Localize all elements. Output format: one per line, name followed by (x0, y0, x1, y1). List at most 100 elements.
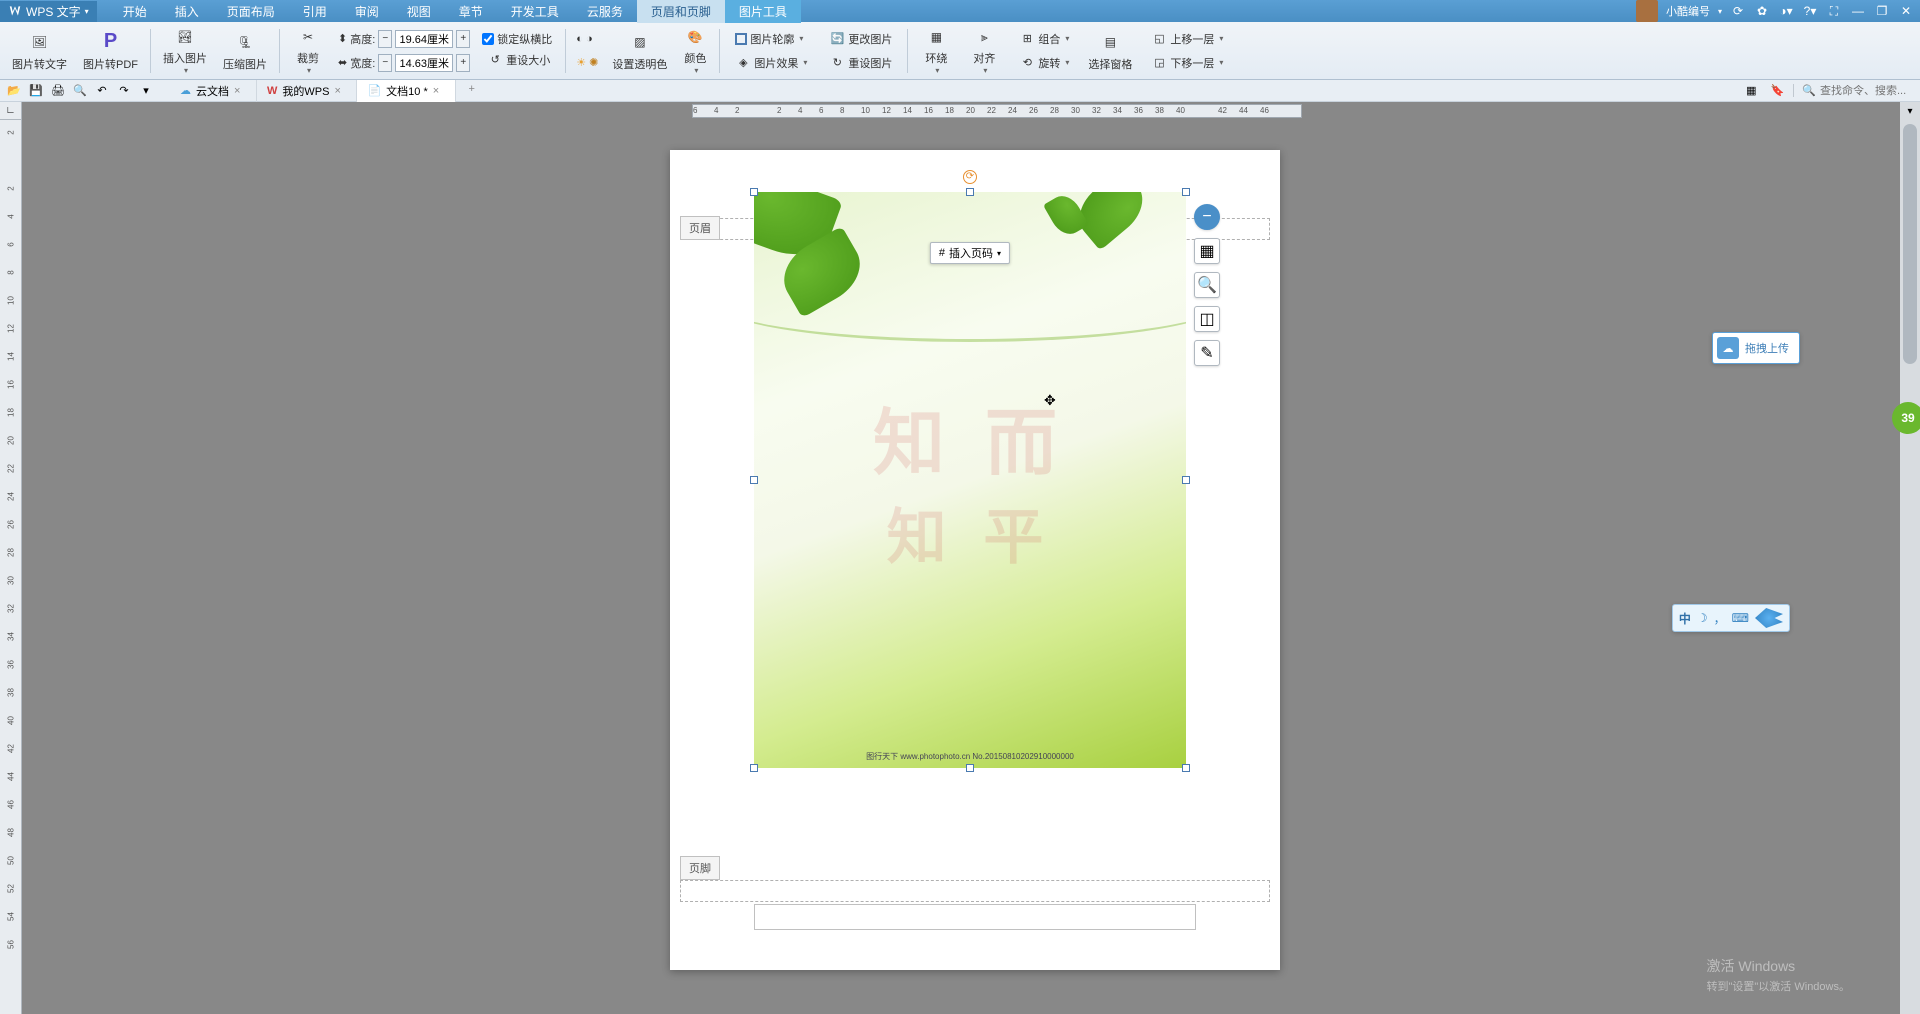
drag-upload-widget[interactable]: ☁ 拖拽上传 (1712, 332, 1800, 364)
pic-to-text-button[interactable]: 🖼图片转文字 (6, 25, 73, 77)
redo-button[interactable]: ↷ (114, 82, 134, 100)
preview-button[interactable]: 🔍 (70, 82, 90, 100)
edit-tool-button[interactable]: ✎ (1194, 340, 1220, 366)
save-button[interactable]: 💾 (26, 82, 46, 100)
ime-bar[interactable]: 中 ☽ ， ⌨ (1672, 604, 1790, 632)
menu-pictools[interactable]: 图片工具 (725, 0, 801, 23)
menu-chapter[interactable]: 章节 (445, 0, 497, 23)
pic-to-pdf-button[interactable]: P图片转PDF (77, 25, 144, 77)
send-backward-button[interactable]: ◲下移一层 (1146, 52, 1228, 74)
menu-view[interactable]: 视图 (393, 0, 445, 23)
ime-lang[interactable]: 中 (1679, 610, 1691, 627)
menu-dev[interactable]: 开发工具 (497, 0, 573, 23)
menu-review[interactable]: 审阅 (341, 0, 393, 23)
resize-handle-mr[interactable] (1182, 476, 1190, 484)
canvas[interactable]: 页眉 页脚 知 而 知 平 图行天下 www.photophoto.cn No.… (22, 120, 1900, 1014)
selected-image[interactable]: 知 而 知 平 图行天下 www.photophoto.cn No.201508… (754, 192, 1186, 768)
insert-pagenum-button[interactable]: #插入页码▾ (930, 242, 1010, 264)
crop-tool-button[interactable]: ◫ (1194, 306, 1220, 332)
insert-pic-button[interactable]: 🏞插入图片 (157, 25, 213, 77)
layout-tool-button[interactable]: ▦ (1194, 238, 1220, 264)
lock-ratio-checkbox[interactable]: 锁定纵横比 (482, 31, 555, 47)
resize-handle-tl[interactable] (750, 188, 758, 196)
close-icon[interactable]: ✕ (1898, 3, 1914, 19)
bright-up-icon[interactable]: ☀ (576, 56, 586, 69)
compress-pic-button[interactable]: 🗜压缩图片 (217, 25, 273, 77)
avatar[interactable] (1636, 0, 1658, 22)
width-inc[interactable]: + (456, 54, 470, 72)
minimize-icon[interactable]: — (1850, 3, 1866, 19)
scrollbar-thumb[interactable] (1903, 124, 1917, 364)
ruler-corner[interactable]: ∟ (0, 102, 22, 120)
crop-button[interactable]: ✂裁剪 (286, 25, 330, 77)
fullscreen-icon[interactable]: ⛶ (1826, 3, 1842, 19)
contrast-down-icon[interactable]: ◑ (586, 33, 593, 45)
resize-handle-tm[interactable] (966, 188, 974, 196)
tab-doc10[interactable]: 📄文档10 *× (357, 80, 455, 102)
skin-icon[interactable]: ◑▾ (1778, 3, 1794, 19)
selection-pane-button[interactable]: ▤选择窗格 (1082, 25, 1138, 77)
vertical-ruler[interactable]: 2246810121416182022242628303234363840424… (0, 120, 22, 1014)
sync-icon[interactable]: ⟳ (1730, 3, 1746, 19)
reset-size-button[interactable]: ↺重设大小 (482, 49, 555, 71)
user-name[interactable]: 小酷编号 (1666, 3, 1710, 19)
vertical-scrollbar[interactable] (1900, 120, 1920, 1014)
bring-forward-button[interactable]: ◱上移一层 (1146, 28, 1228, 50)
resize-handle-ml[interactable] (750, 476, 758, 484)
qat-more[interactable]: ▾ (136, 82, 156, 100)
zoom-tool-button[interactable]: 🔍 (1194, 272, 1220, 298)
ime-keyboard-icon[interactable]: ⌨ (1732, 611, 1749, 625)
footer-textbox[interactable] (754, 904, 1196, 930)
ime-moon-icon[interactable]: ☽ (1697, 611, 1708, 625)
change-pic-button[interactable]: 🔄更改图片 (824, 28, 897, 50)
align-button[interactable]: ⫸对齐 (962, 25, 1006, 77)
color-button[interactable]: 🎨颜色 (677, 25, 713, 77)
rotate-handle[interactable]: ⟳ (963, 170, 977, 184)
menu-layout[interactable]: 页面布局 (213, 0, 289, 23)
width-dec[interactable]: − (378, 54, 392, 72)
horizontal-ruler[interactable]: 6422468101214161820222426283032343638404… (22, 102, 1900, 120)
notification-badge[interactable]: 39 (1892, 402, 1920, 434)
group-button[interactable]: ⊞组合 (1014, 28, 1074, 50)
resize-handle-tr[interactable] (1182, 188, 1190, 196)
gear-icon[interactable]: ✿ (1754, 3, 1770, 19)
wrap-button[interactable]: ▦环绕 (914, 25, 958, 77)
menu-insert[interactable]: 插入 (161, 0, 213, 23)
tab-close-icon[interactable]: × (234, 85, 246, 97)
ime-punct-icon[interactable]: ， (1714, 610, 1726, 627)
width-input[interactable] (395, 54, 453, 72)
menu-cloud[interactable]: 云服务 (573, 0, 637, 23)
menu-start[interactable]: 开始 (109, 0, 161, 23)
tab-mywps[interactable]: W我的WPS× (257, 80, 357, 102)
height-inc[interactable]: + (456, 30, 470, 48)
bright-down-icon[interactable]: ✺ (589, 56, 598, 69)
bookmark-icon[interactable]: 🔖 (1767, 82, 1787, 100)
resize-handle-br[interactable] (1182, 764, 1190, 772)
height-input[interactable] (395, 30, 453, 48)
app-logo[interactable]: WPS 文字 ▾ (0, 1, 97, 22)
maximize-icon[interactable]: ❐ (1874, 3, 1890, 19)
menu-ref[interactable]: 引用 (289, 0, 341, 23)
menu-headerfooter[interactable]: 页眉和页脚 (637, 0, 725, 23)
ruler-toggle[interactable]: ▾ (1900, 102, 1920, 120)
search-box[interactable]: 🔍 (1793, 84, 1910, 97)
effect-button[interactable]: ◈图片效果 (730, 52, 812, 74)
search-input[interactable] (1820, 85, 1910, 97)
undo-button[interactable]: ↶ (92, 82, 112, 100)
open-button[interactable]: 📂 (4, 82, 24, 100)
tab-close-icon[interactable]: × (433, 85, 445, 97)
reset-pic-button[interactable]: ↻重设图片 (824, 52, 897, 74)
contrast-up-icon[interactable]: ◐ (576, 33, 583, 45)
print-button[interactable]: 🖨 (48, 82, 68, 100)
footer-area[interactable] (680, 880, 1270, 902)
outline-button[interactable]: 图片轮廓 (730, 28, 812, 50)
help-icon[interactable]: ?▾ (1802, 3, 1818, 19)
set-transparent-button[interactable]: ▨设置透明色 (606, 25, 673, 77)
resize-handle-bl[interactable] (750, 764, 758, 772)
new-tab-button[interactable]: + (462, 80, 482, 98)
collapse-tools-button[interactable]: − (1194, 204, 1220, 230)
tab-close-icon[interactable]: × (334, 85, 346, 97)
height-dec[interactable]: − (378, 30, 392, 48)
tab-cloud[interactable]: ☁云文档× (170, 80, 257, 102)
nav-icon[interactable]: ▦ (1741, 82, 1761, 100)
